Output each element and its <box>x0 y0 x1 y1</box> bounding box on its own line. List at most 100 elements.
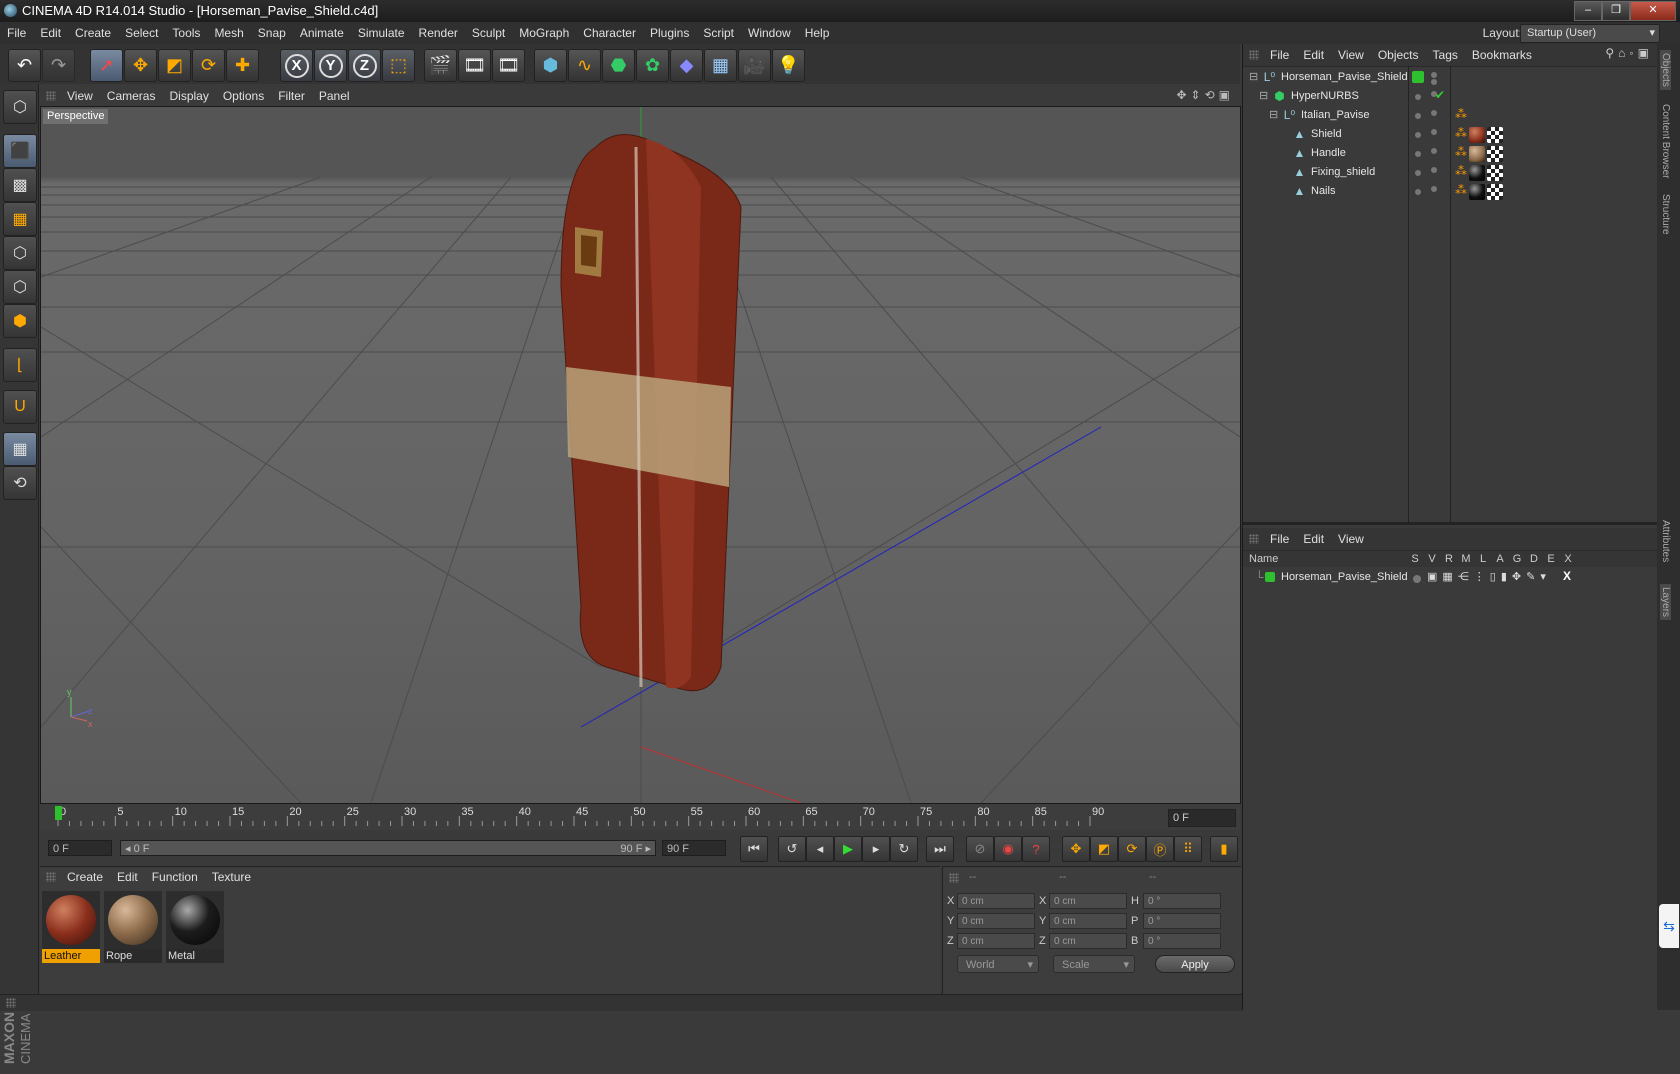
planar-workplane-button[interactable]: ⟲ <box>3 466 37 500</box>
render-column[interactable]: R <box>1441 551 1457 567</box>
phong-tag-icon[interactable]: ⁂ <box>1455 126 1467 140</box>
add-spline-button[interactable]: ∿ <box>568 49 601 82</box>
play-button[interactable]: ▶ <box>834 836 862 862</box>
object-row-italian-pavise[interactable]: ⊟ L⁰ Italian_Pavise ⁂ <box>1243 106 1657 126</box>
tab-layers[interactable]: Layers <box>1660 584 1671 621</box>
search-home-icons[interactable]: ⚲⌂◦▣ <box>1605 46 1653 60</box>
panel-grip-icon[interactable] <box>46 91 56 101</box>
pavise-shield-model[interactable] <box>560 134 742 692</box>
menu-render[interactable]: Render <box>412 22 465 44</box>
object-row-fixing-shield[interactable]: ▲ Fixing_shield ⁂ <box>1243 163 1657 183</box>
add-floor-button[interactable]: ▦ <box>704 49 737 82</box>
viewport-menu-options[interactable]: Options <box>216 86 271 106</box>
layer-row-horseman-pavise-shield[interactable]: └ Horseman_Pavise_Shield ▣▦⋲⋮▯▮✥✎▾ X <box>1243 568 1657 588</box>
move-tool-button[interactable]: ✥ <box>124 49 157 82</box>
editor-visibility-dot[interactable] <box>1431 72 1437 78</box>
minimize-button[interactable]: – <box>1574 1 1602 21</box>
phong-tag-icon[interactable]: ⁂ <box>1455 145 1467 159</box>
xrefs-column[interactable]: X <box>1560 551 1576 567</box>
metal-material-tag[interactable] <box>1469 184 1485 200</box>
viewport-menu-filter[interactable]: Filter <box>271 86 312 106</box>
om-menu-tags[interactable]: Tags <box>1426 44 1465 66</box>
close-button[interactable]: ✕ <box>1630 1 1676 21</box>
tab-structure[interactable]: Structure <box>1660 194 1671 235</box>
material-leather[interactable]: Leather <box>42 891 100 963</box>
next-key-button[interactable]: ↻ <box>890 836 918 862</box>
end-frame-field[interactable]: 90 F <box>662 840 726 856</box>
menu-plugins[interactable]: Plugins <box>643 22 696 44</box>
lm-menu-edit[interactable]: Edit <box>1296 528 1331 550</box>
current-frame-field[interactable]: 0 F <box>1168 809 1236 827</box>
om-menu-edit[interactable]: Edit <box>1296 44 1331 66</box>
go-to-start-button[interactable]: ⏮ <box>740 836 768 862</box>
rope-material-tag[interactable] <box>1469 146 1485 162</box>
deformers-column[interactable]: D <box>1526 551 1542 567</box>
material-metal[interactable]: Metal <box>166 891 224 963</box>
menu-file[interactable]: File <box>0 22 33 44</box>
key-parameter-button[interactable]: Ⓟ <box>1146 836 1174 862</box>
menu-create[interactable]: Create <box>68 22 118 44</box>
render-visibility-dot[interactable] <box>1431 186 1437 192</box>
scale-tool-button[interactable]: ◩ <box>158 49 191 82</box>
menu-simulate[interactable]: Simulate <box>351 22 412 44</box>
size-mode-dropdown[interactable]: Scale ▾ <box>1053 955 1135 973</box>
om-menu-file[interactable]: File <box>1263 44 1296 66</box>
tab-content-browser[interactable]: Content Browser <box>1660 104 1671 178</box>
key-rotation-button[interactable]: ⟳ <box>1118 836 1146 862</box>
frame-range-slider[interactable]: ◂ 0 F 90 F ▸ <box>120 840 656 856</box>
object-row-handle[interactable]: ▲ Handle ⁂ <box>1243 144 1657 164</box>
autokey-button[interactable]: ◉ <box>994 836 1022 862</box>
render-visibility-dot[interactable] <box>1431 148 1437 154</box>
lock-x-axis-button[interactable]: X <box>280 49 313 82</box>
menu-sculpt[interactable]: Sculpt <box>465 22 512 44</box>
panel-divider[interactable] <box>1243 522 1657 525</box>
restore-button[interactable]: ❐ <box>1602 1 1630 21</box>
om-menu-view[interactable]: View <box>1331 44 1371 66</box>
add-deformer-button[interactable]: ◆ <box>670 49 703 82</box>
lm-menu-view[interactable]: View <box>1331 528 1371 550</box>
previous-frame-button[interactable]: ◂ <box>806 836 834 862</box>
panel-grip-icon[interactable] <box>1249 534 1259 544</box>
viewport-menu-display[interactable]: Display <box>162 86 215 106</box>
make-editable-button[interactable]: ⬡ <box>3 90 37 124</box>
panel-grip-icon[interactable] <box>6 998 16 1008</box>
viewport-menu-view[interactable]: View <box>60 86 100 106</box>
uvw-tag-icon[interactable] <box>1487 184 1503 200</box>
lm-menu-file[interactable]: File <box>1263 528 1296 550</box>
generators-column[interactable]: G <box>1509 551 1525 567</box>
viewport-menu-panel[interactable]: Panel <box>312 86 357 106</box>
size-y-field[interactable]: 0 cm <box>1049 913 1127 929</box>
pos-z-field[interactable]: 0 cm <box>957 933 1035 949</box>
apply-button[interactable]: Apply <box>1155 955 1235 973</box>
render-settings-button[interactable]: 🎞 <box>492 49 525 82</box>
editor-visibility-dot[interactable] <box>1415 94 1421 100</box>
menu-snap[interactable]: Snap <box>251 22 293 44</box>
render-view-button[interactable]: 🎬 <box>424 49 457 82</box>
om-menu-objects[interactable]: Objects <box>1371 44 1426 66</box>
animation-column[interactable]: A <box>1492 551 1508 567</box>
add-light-button[interactable]: 💡 <box>772 49 805 82</box>
playhead-marker[interactable] <box>55 806 62 820</box>
panel-grip-icon[interactable] <box>1249 50 1259 60</box>
keyframe-selection-button[interactable]: ? <box>1022 836 1050 862</box>
enabled-check-icon[interactable]: ✔ <box>1435 88 1445 102</box>
uvw-tag-icon[interactable] <box>1487 127 1503 143</box>
material-menu-texture[interactable]: Texture <box>205 867 258 887</box>
edges-mode-button[interactable]: ⬡ <box>3 270 37 304</box>
pos-y-field[interactable]: 0 cm <box>957 913 1035 929</box>
rotate-tool-button[interactable]: ⟳ <box>192 49 225 82</box>
phong-tag-icon[interactable]: ⁂ <box>1455 183 1467 197</box>
editor-visibility-dot[interactable] <box>1415 113 1421 119</box>
go-to-end-button[interactable]: ⏭ <box>926 836 954 862</box>
render-visibility-dot[interactable] <box>1431 129 1437 135</box>
editor-visibility-dot[interactable] <box>1415 151 1421 157</box>
render-visibility-dot[interactable] <box>1431 110 1437 116</box>
axis-mode-button[interactable]: ⌊ <box>3 348 37 382</box>
add-array-button[interactable]: ✿ <box>636 49 669 82</box>
menu-script[interactable]: Script <box>696 22 741 44</box>
workplane-lock-button[interactable]: ▦ <box>3 432 37 466</box>
lock-z-axis-button[interactable]: Z <box>348 49 381 82</box>
snapping-button[interactable]: U <box>3 390 37 424</box>
menu-mesh[interactable]: Mesh <box>207 22 250 44</box>
material-menu-edit[interactable]: Edit <box>110 867 145 887</box>
